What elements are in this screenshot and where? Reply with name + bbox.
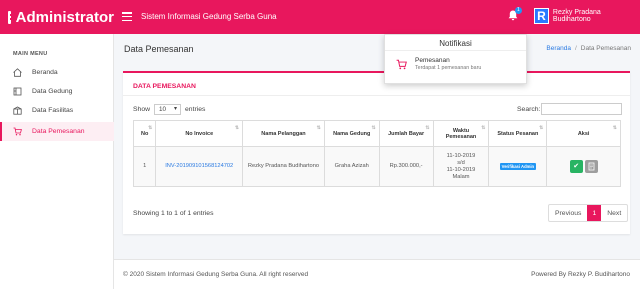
sidebar-title: MAIN MENU [13, 51, 48, 57]
entries-select[interactable]: 10 [154, 104, 182, 115]
pemesanan-table: No ⇅ No Invoice ⇅ Nama Pelanggan ⇅ Nama Ged… [132, 120, 621, 187]
card-title: DATA PEMESANAN [133, 83, 196, 90]
sidebar-item-label: Beranda [32, 69, 58, 76]
notification-dropdown: Notifikasi Pemesanan Terdapat 1 pemesana… [384, 34, 527, 84]
column-header-no[interactable]: No ⇅ [132, 120, 157, 147]
brand-logo-icon [8, 10, 16, 24]
sidebar-item-label: Data Gedung [32, 88, 73, 95]
sidebar-item-label: Data Fasilitas [32, 107, 74, 114]
page-title: Data Pemesanan [124, 44, 194, 54]
cell-time: 11-10-2019 s/d 11-10-2019 Malam [432, 146, 490, 187]
notification-item-title: Pemesanan [415, 57, 450, 64]
gift-icon [13, 106, 22, 115]
cart-icon [13, 127, 22, 136]
notification-count-badge: 1 [515, 7, 522, 14]
breadcrumb: Beranda / Data Pemesanan [546, 45, 631, 52]
column-header-customer[interactable]: Nama Pelanggan ⇅ [242, 120, 325, 147]
footer: © 2020 Sistem Informasi Gedung Serba Gun… [114, 259, 640, 289]
menu-toggle-button[interactable] [122, 12, 132, 22]
invoice-link[interactable]: INV-20190910156812470​2 [165, 163, 233, 169]
document-icon [588, 162, 595, 171]
pagination: Previous 1 Next [548, 204, 629, 222]
sidebar-item-data-fasilitas[interactable]: Data Fasilitas [0, 101, 114, 120]
pagination-page-1[interactable]: 1 [587, 205, 602, 221]
sidebar-item-data-pemesanan[interactable]: Data Pemesanan [0, 122, 114, 141]
sidebar: MAIN MENU Beranda Data Gedung Data Fasil… [0, 34, 114, 289]
data-pemesanan-card: DATA PEMESANAN Show 10 entries Search: N… [123, 71, 630, 234]
cell-aksi: ✔ [546, 146, 621, 187]
brand-name: Administrator [15, 8, 114, 26]
notification-item-desc: Terdapat 1 pemesanan baru [415, 65, 482, 71]
cell-no: 1 [132, 146, 157, 187]
column-header-aksi[interactable]: Aksi ⇅ [546, 120, 621, 147]
notification-title: Notifikasi [385, 35, 526, 51]
entries-label: entries [185, 106, 206, 113]
search-label: Search: [517, 106, 541, 113]
cart-icon [396, 59, 407, 70]
table-row: 1 INV-20190910156812470​2 Rezky Pradana … [132, 146, 621, 187]
column-header-amount[interactable]: Jumlah Bayar ⇅ [378, 120, 434, 147]
verify-button[interactable]: ✔ [569, 160, 583, 173]
sidebar-item-data-gedung[interactable]: Data Gedung [0, 82, 114, 101]
avatar: R [534, 8, 549, 24]
divider [123, 95, 630, 96]
show-label: Show [133, 106, 151, 113]
breadcrumb-beranda-link[interactable]: Beranda [546, 45, 571, 52]
cell-status: Verifikasi Admin [488, 146, 548, 187]
entries-control: Show 10 entries [133, 104, 205, 115]
table-info: Showing 1 to 1 of 1 entries [133, 210, 214, 217]
cell-amount: Rp.300.000,- [378, 146, 434, 187]
cell-building: Graha Azizah [323, 146, 380, 187]
building-icon [13, 87, 22, 96]
sidebar-item-beranda[interactable]: Beranda [0, 63, 114, 82]
footer-copyright: © 2020 Sistem Informasi Gedung Serba Gun… [123, 271, 309, 278]
status-badge: Verifikasi Admin [499, 162, 537, 170]
user-menu[interactable]: R Rezky Pradana Budihartono [534, 8, 640, 24]
column-header-building[interactable]: Nama Gedung ⇅ [323, 120, 380, 147]
pagination-previous[interactable]: Previous [549, 205, 587, 221]
footer-powered: Powered By Rezky P. Budihartono [531, 271, 630, 278]
check-icon: ✔ [573, 163, 580, 170]
pagination-next[interactable]: Next [601, 205, 627, 221]
search-input[interactable] [541, 103, 622, 115]
notification-item[interactable]: Pemesanan Terdapat 1 pemesanan baru [396, 57, 481, 71]
column-header-invoice[interactable]: No Invoice ⇅ [155, 120, 244, 147]
column-header-time[interactable]: Waktu Pemesanan ⇅ [432, 120, 490, 147]
cell-customer: Rezky Pradana Budihartono [242, 146, 325, 187]
top-navbar: Administrator Sistem Informasi Gedung Se… [0, 0, 640, 34]
detail-button[interactable] [584, 160, 598, 173]
user-name: Rezky Pradana Budihartono [552, 9, 601, 23]
notification-bell-button[interactable]: 1 [508, 7, 522, 24]
sidebar-item-label: Data Pemesanan [32, 128, 85, 135]
site-title: Sistem Informasi Gedung Serba Guna [141, 12, 277, 21]
brand[interactable]: Administrator [0, 0, 114, 34]
home-icon [13, 68, 22, 77]
column-header-status[interactable]: Status Pesanan ⇅ [488, 120, 548, 147]
breadcrumb-current: Data Pemesanan [580, 45, 631, 52]
